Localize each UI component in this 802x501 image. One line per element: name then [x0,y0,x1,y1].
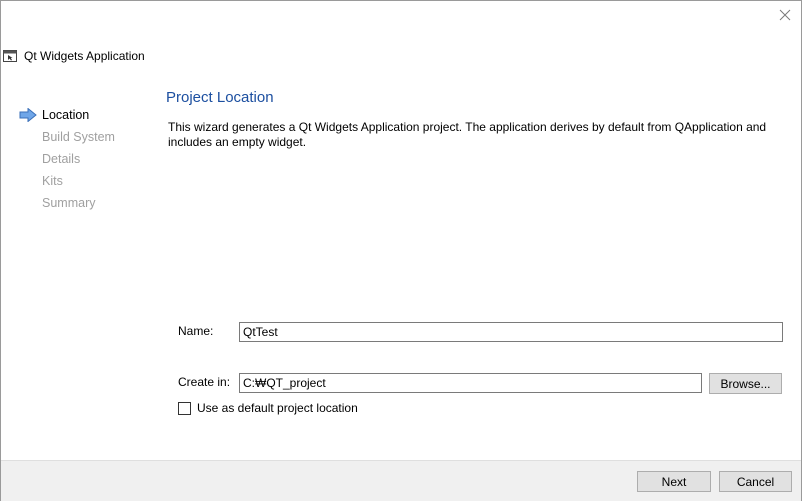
create-in-field[interactable] [239,373,702,393]
wizard-window: Qt Widgets Application Location Build Sy… [0,0,802,501]
name-field[interactable] [239,322,783,342]
page-title: Project Location [166,89,274,106]
step-label: Kits [42,174,63,188]
wizard-steps: Location Build System Details Kits Summa… [19,104,115,214]
default-location-label: Use as default project location [197,401,358,415]
step-details: Details [19,148,115,170]
create-in-label: Create in: [178,375,231,389]
step-label: Summary [42,196,96,210]
qt-app-window-icon [3,50,17,62]
current-step-arrow-icon [19,107,37,123]
window-title-bar: Qt Widgets Application [3,47,145,65]
step-label: Details [42,152,81,166]
close-icon[interactable] [777,7,793,23]
browse-button[interactable]: Browse... [709,373,782,394]
step-label: Build System [42,130,115,144]
step-build-system: Build System [19,126,115,148]
cancel-button[interactable]: Cancel [719,471,792,492]
default-location-option[interactable]: Use as default project location [178,401,358,415]
wizard-footer: Next Cancel [1,460,801,501]
default-location-checkbox[interactable] [178,401,191,415]
window-title: Qt Widgets Application [24,49,145,63]
step-summary: Summary [19,192,115,214]
name-label: Name: [178,324,214,338]
page-description: This wizard generates a Qt Widgets Appli… [168,120,767,149]
step-label: Location [42,108,90,122]
step-kits: Kits [19,170,115,192]
step-location: Location [19,104,115,126]
next-button[interactable]: Next [637,471,711,492]
